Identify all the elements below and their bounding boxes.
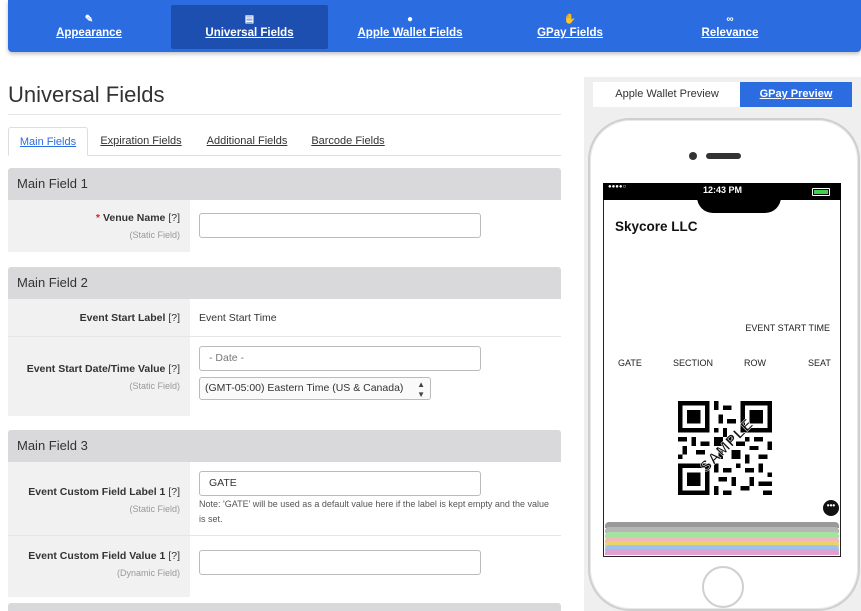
event-start-label-text: Event Start Label: [79, 312, 166, 324]
phone-home-button: [702, 566, 744, 608]
wallet-card-stack-7: [605, 549, 839, 555]
apple-icon: ●: [406, 14, 414, 25]
phone-camera: [689, 152, 697, 160]
title-divider: [8, 114, 561, 115]
pass-field-row: ROW: [744, 358, 766, 368]
hand-icon: ✋: [563, 14, 577, 25]
pass-field-section: SECTION: [673, 358, 714, 368]
section-main-field-3: Main Field 3: [8, 430, 561, 462]
more-options-icon[interactable]: •••: [823, 500, 839, 516]
pass-company-name: Skycore LLC: [615, 219, 698, 234]
venue-name-text: Venue Name: [102, 212, 166, 224]
event-start-label-row: Event Start Label [?]: [8, 299, 561, 336]
file-icon: ▤: [244, 14, 255, 25]
custom-field-label-input[interactable]: GATE: [199, 471, 481, 496]
help-icon[interactable]: [?]: [168, 212, 180, 224]
custom-field-label-cell: Event Custom Field Label 1 [?] (Static F…: [8, 462, 190, 535]
field-type-static: (Static Field): [129, 504, 180, 514]
pass-event-start-label: EVENT START TIME: [745, 323, 830, 333]
event-start-label-cell: Event Start Label [?]: [8, 299, 190, 336]
event-start-label-label: Event Start Label [?]: [8, 312, 180, 324]
timezone-value: (GMT-05:00) Eastern Time (US & Canada): [205, 382, 404, 394]
nav-relevance[interactable]: ∞ Relevance: [660, 5, 800, 49]
nav-appearance-label: Appearance: [56, 27, 122, 39]
tab-additional-fields[interactable]: Additional Fields: [202, 127, 292, 156]
battery-icon: [812, 188, 830, 196]
link-icon: ∞: [726, 14, 734, 25]
select-arrows-icon: ▲ ▼: [417, 380, 425, 399]
field-type-static: (Static Field): [129, 230, 180, 240]
help-icon[interactable]: [?]: [168, 550, 180, 562]
tab-apple-wallet-preview[interactable]: Apple Wallet Preview: [593, 82, 741, 107]
field-tabs: Main Fields Expiration Fields Additional…: [8, 127, 561, 156]
nav-apple-wallet-fields[interactable]: ● Apple Wallet Fields: [340, 5, 480, 49]
field-type-static: (Static Field): [129, 381, 180, 391]
nav-appearance[interactable]: ✎ Appearance: [19, 5, 159, 49]
tab-main-fields[interactable]: Main Fields: [8, 127, 88, 156]
page-title: Universal Fields: [8, 82, 165, 107]
phone-screen: [603, 183, 841, 557]
custom-field-note: Note: 'GATE' will be used as a default v…: [199, 499, 549, 524]
pass-field-gate: GATE: [618, 358, 642, 368]
nav-apple-wallet-fields-label: Apple Wallet Fields: [357, 27, 463, 39]
tab-barcode-fields[interactable]: Barcode Fields: [307, 127, 389, 156]
help-icon[interactable]: [?]: [168, 312, 180, 324]
custom-field-label-label: Event Custom Field Label 1 [?]: [8, 486, 180, 498]
event-start-label-value: Event Start Time: [199, 312, 277, 324]
nav-gpay-fields-label: GPay Fields: [537, 27, 603, 39]
event-start-datetime-label: Event Start Date/Time Value [?]: [8, 363, 180, 375]
top-nav: ✎ Appearance ▤ Universal Fields ● Apple …: [8, 0, 861, 52]
custom-field-label-text: Event Custom Field Label 1: [28, 486, 166, 498]
venue-name-label: * Venue Name [?]: [8, 212, 180, 224]
signal-icon: ●●●●○: [608, 184, 627, 190]
phone-notch: [697, 197, 781, 213]
section-next: [8, 603, 561, 611]
section-main-field-1: Main Field 1: [8, 168, 561, 200]
custom-field-value-label: Event Custom Field Value 1 [?]: [8, 550, 180, 562]
help-icon[interactable]: [?]: [168, 363, 180, 375]
magic-wand-icon: ✎: [84, 14, 94, 25]
custom-field-value-input[interactable]: [199, 550, 481, 575]
pass-field-seat: SEAT: [808, 358, 831, 368]
phone-speaker: [706, 153, 741, 159]
tab-gpay-preview[interactable]: GPay Preview: [740, 82, 852, 107]
section-main-field-2: Main Field 2: [8, 267, 561, 299]
help-icon[interactable]: [?]: [168, 486, 180, 498]
event-start-datetime-cell: Event Start Date/Time Value [?] (Static …: [8, 337, 190, 416]
nav-relevance-label: Relevance: [701, 27, 759, 39]
required-marker: *: [95, 212, 101, 224]
venue-name-input[interactable]: [199, 213, 481, 238]
custom-field-value-text: Event Custom Field Value 1: [28, 550, 166, 562]
event-start-datetime-text: Event Start Date/Time Value: [26, 363, 166, 375]
tab-expiration-fields[interactable]: Expiration Fields: [96, 127, 186, 156]
nav-universal-fields[interactable]: ▤ Universal Fields: [171, 5, 328, 49]
custom-field-value-cell: Event Custom Field Value 1 [?] (Dynamic …: [8, 536, 190, 597]
field-type-dynamic: (Dynamic Field): [116, 568, 180, 578]
timezone-select[interactable]: (GMT-05:00) Eastern Time (US & Canada) ▲…: [199, 377, 431, 400]
nav-universal-fields-label: Universal Fields: [205, 27, 294, 39]
nav-gpay-fields[interactable]: ✋ GPay Fields: [500, 5, 640, 49]
event-date-input[interactable]: - Date -: [199, 346, 481, 371]
status-time: 12:43 PM: [703, 185, 743, 195]
venue-name-label-cell: * Venue Name [?] (Static Field): [8, 200, 190, 252]
